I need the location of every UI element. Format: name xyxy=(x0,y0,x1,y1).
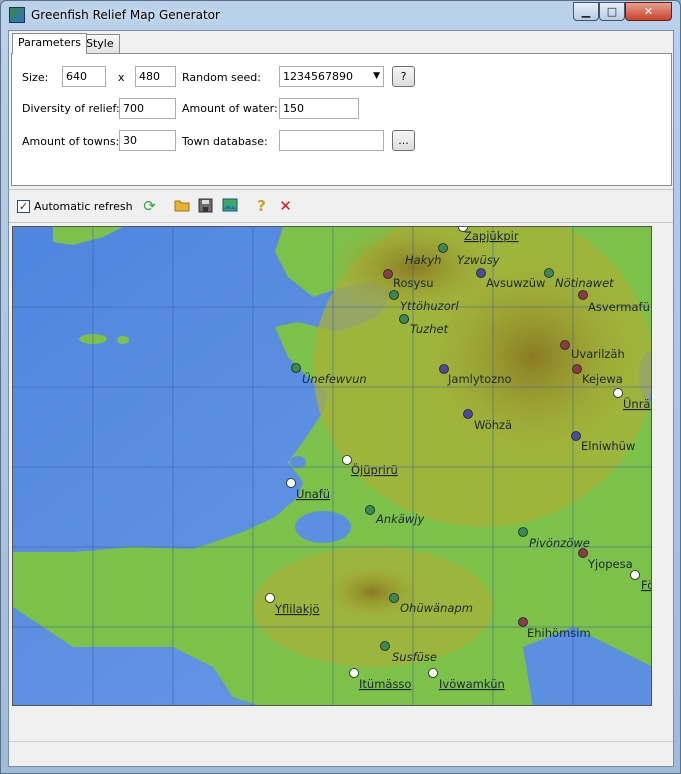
town-marker xyxy=(383,269,393,279)
town-label: Ünefewvun xyxy=(302,370,367,386)
town-label: Susfüse xyxy=(392,650,437,664)
size-width-input[interactable]: 640 xyxy=(62,66,106,87)
parameters-panel: Size: 640 x 480 Random seed: 1234567890 … xyxy=(11,53,672,186)
town-label: Ehihömsim xyxy=(527,626,591,640)
help-icon[interactable]: ? xyxy=(253,198,270,215)
town-label: Pivönzöwe xyxy=(529,536,590,550)
town-label: Elniwhüw xyxy=(581,439,635,453)
town-label: Yjopesa xyxy=(587,557,633,571)
town-marker xyxy=(428,668,438,678)
town-marker xyxy=(365,505,375,515)
seed-combobox[interactable]: 1234567890 ▼ xyxy=(279,66,384,87)
town-label: Wöhzä xyxy=(474,418,512,432)
town-marker xyxy=(265,593,275,603)
diversity-input[interactable]: 700 xyxy=(119,98,176,119)
lake xyxy=(290,456,306,468)
seed-help-button[interactable]: ? xyxy=(392,66,415,87)
relief-map[interactable]: Zapjükpir Hakyh Yzwüsy Rosysu Avsuwzüw Nötina… xyxy=(12,226,652,706)
town-label: Yzwüsy xyxy=(457,253,500,267)
town-label: Kejewa xyxy=(582,372,623,386)
town-marker xyxy=(630,570,640,580)
town-label: Ankäwjy xyxy=(375,512,424,526)
town-marker xyxy=(518,527,528,537)
town-marker xyxy=(389,593,399,603)
town-label: Yflilakjö xyxy=(274,602,320,616)
close-window-button[interactable]: ✕ xyxy=(625,2,672,21)
app-window: Greenfish Relief Map Generator ▁ □ ✕ Par… xyxy=(0,0,681,774)
town-marker xyxy=(389,290,399,300)
town-label: Ünräv xyxy=(623,395,652,411)
town-marker xyxy=(291,363,301,373)
size-label: Size: xyxy=(22,71,49,84)
automatic-refresh-label[interactable]: Automatic refresh xyxy=(34,200,133,213)
town-marker xyxy=(380,641,390,651)
town-marker xyxy=(578,548,588,558)
town-label: Jamlytozno xyxy=(447,372,512,386)
close-icon[interactable]: ✕ xyxy=(277,198,294,215)
town-label: Uvarilzäh xyxy=(571,347,625,361)
town-label: Avsuwzüw xyxy=(486,276,545,290)
title-bar[interactable]: Greenfish Relief Map Generator ▁ □ ✕ xyxy=(1,1,680,29)
size-height-input[interactable]: 480 xyxy=(135,66,176,87)
town-marker xyxy=(571,431,581,441)
town-label: Nötinawet xyxy=(555,276,614,290)
diversity-label: Diversity of relief: xyxy=(22,102,120,115)
maximize-button[interactable]: □ xyxy=(599,2,625,21)
town-label: Unafü xyxy=(296,487,330,501)
town-label: Itümässo xyxy=(359,677,411,691)
chevron-down-icon[interactable]: ▼ xyxy=(373,67,380,86)
refresh-icon[interactable]: ⟳ xyxy=(141,198,158,215)
relief-map-canvas: Zapjükpir Hakyh Yzwüsy Rosysu Avsuwzüw Nötina… xyxy=(13,227,652,705)
size-x-label: x xyxy=(118,71,125,84)
tab-parameters[interactable]: Parameters xyxy=(12,33,87,54)
town-label: Asvermafü xyxy=(588,300,650,314)
lake xyxy=(295,511,351,543)
town-marker xyxy=(613,388,623,398)
town-database-input[interactable] xyxy=(279,130,384,151)
towns-label: Amount of towns: xyxy=(22,135,120,148)
island xyxy=(117,336,129,344)
town-label: Hakyh xyxy=(405,253,441,267)
town-marker xyxy=(286,478,296,488)
town-label: Öjüprirü xyxy=(351,461,398,477)
toolbar: ✓ Automatic refresh ⟳ ? ✕ xyxy=(9,189,673,223)
town-marker xyxy=(560,340,570,350)
water-input[interactable]: 150 xyxy=(279,98,359,119)
automatic-refresh-checkbox[interactable]: ✓ xyxy=(17,200,30,213)
export-image-icon[interactable] xyxy=(221,198,238,215)
town-marker xyxy=(349,668,359,678)
app-icon xyxy=(9,7,25,23)
client-area: Parameters Style Size: 640 x 480 Random … xyxy=(8,30,674,767)
town-marker xyxy=(578,290,588,300)
water-label: Amount of water: xyxy=(182,102,278,115)
seed-value: 1234567890 xyxy=(283,70,353,83)
status-bar xyxy=(9,741,673,766)
town-label: Ohüwänapm xyxy=(400,601,473,615)
window-title: Greenfish Relief Map Generator xyxy=(31,8,220,22)
town-label: Fö xyxy=(641,578,652,592)
towns-input[interactable]: 30 xyxy=(119,130,176,151)
town-label: Tuzhet xyxy=(410,322,449,336)
town-marker xyxy=(438,243,448,253)
open-folder-icon[interactable] xyxy=(173,198,190,215)
town-label: Zapjükpir xyxy=(464,229,519,243)
town-marker xyxy=(572,364,582,374)
seed-label: Random seed: xyxy=(182,71,261,84)
town-label: Rosysu xyxy=(393,276,434,290)
town-marker xyxy=(544,268,554,278)
browse-button[interactable]: ... xyxy=(392,130,415,151)
town-marker xyxy=(399,314,409,324)
town-database-label: Town database: xyxy=(182,135,268,148)
minimize-button[interactable]: ▁ xyxy=(573,2,599,21)
town-marker xyxy=(476,268,486,278)
town-label: Ivöwamkün xyxy=(439,677,505,691)
town-marker xyxy=(463,409,473,419)
save-icon[interactable] xyxy=(197,198,214,215)
town-label: Yttöhuzorl xyxy=(400,299,459,313)
